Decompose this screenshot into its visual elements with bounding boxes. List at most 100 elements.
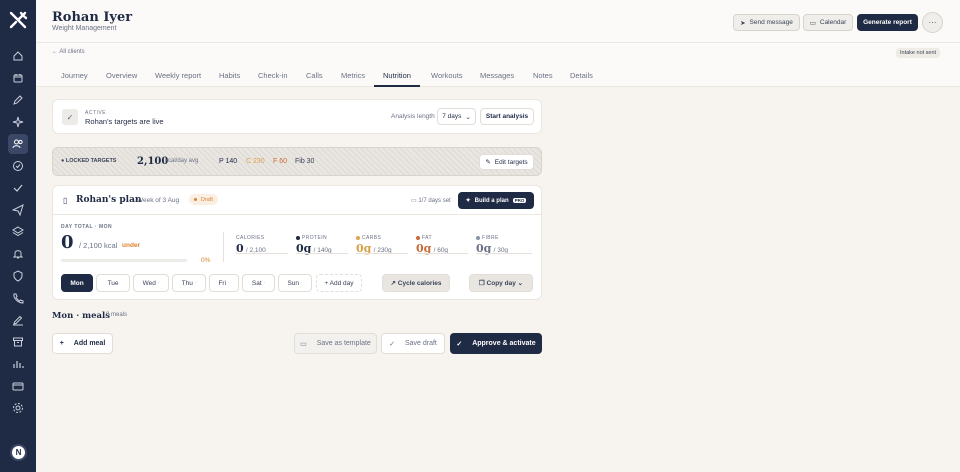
sparkle-icon: ✦ — [465, 198, 471, 204]
approve-activate-button[interactable]: ✓ Approve & activate — [450, 333, 542, 354]
tab-details[interactable]: Details — [570, 71, 593, 80]
carbs-bar — [356, 253, 408, 254]
gear-icon[interactable] — [8, 398, 28, 418]
bar-chart-icon[interactable] — [8, 354, 28, 374]
client-header: Rohan Iyer Weight Management ➤ Send messa… — [36, 0, 960, 43]
user-avatar[interactable]: N — [10, 444, 27, 461]
analysis-length-select[interactable]: 7 days ⌄ — [437, 108, 476, 125]
day-total-status: under — [122, 242, 141, 249]
meals-count: 0 meals — [106, 312, 128, 318]
day-progress-percent: 0% — [201, 257, 211, 264]
tab-bar: Journey Overview Weekly report Habits Ch… — [36, 63, 960, 87]
tab-habits[interactable]: Habits — [219, 71, 240, 80]
day-sun[interactable]: Sun · — [278, 274, 312, 292]
kcal-unit: kcal/day avg — [165, 158, 199, 164]
day-total-target: / 2,100 kcal — [79, 241, 118, 250]
more-options-button[interactable]: ··· — [922, 12, 943, 33]
copy-day-button[interactable]: ❐ Copy day ⌄ — [469, 274, 533, 292]
intake-status-badge: Intake not sent — [896, 48, 941, 58]
day-wed[interactable]: Wed · — [133, 274, 169, 292]
macro-calories: CALORIES 0 / 2,100 — [236, 235, 266, 255]
logo-icon[interactable] — [8, 10, 28, 30]
targets-live-text: Rohan's targets are live — [85, 117, 164, 126]
day-total-value: 0 — [61, 232, 74, 253]
save-template-button[interactable]: ▭ Save as template — [294, 333, 377, 354]
send-message-button[interactable]: ➤ Send message — [733, 14, 800, 31]
tab-notes[interactable]: Notes — [533, 71, 553, 80]
tab-weekly-report[interactable]: Weekly report — [155, 71, 201, 80]
day-tue[interactable]: Tue — [96, 274, 130, 292]
add-meal-button[interactable]: + Add meal — [52, 333, 113, 354]
kcal-target: 2,100 — [137, 156, 169, 167]
tab-overview[interactable]: Overview — [106, 71, 137, 80]
send-icon: ➤ — [740, 19, 746, 27]
divider — [53, 214, 541, 215]
tab-journey[interactable]: Journey — [61, 71, 88, 80]
send-icon[interactable] — [8, 200, 28, 220]
macro-protein: PROTEIN 0g / 140g — [296, 235, 332, 255]
check-circle-icon[interactable] — [8, 156, 28, 176]
analysis-length-label: Analysis length — [391, 113, 435, 120]
plan-title: Rohan's plan — [76, 195, 142, 205]
cycle-calories-button[interactable]: ↗ Cycle calories — [382, 274, 450, 292]
day-progress-bar — [61, 259, 187, 262]
archive-icon[interactable] — [8, 332, 28, 352]
locked-targets-label: ● LOCKED TARGETS — [61, 158, 117, 164]
tab-calls[interactable]: Calls — [306, 71, 323, 80]
tab-workouts[interactable]: Workouts — [431, 71, 463, 80]
chevron-down-icon: ⌄ — [517, 280, 524, 287]
sparkle-icon[interactable] — [8, 112, 28, 132]
book-icon: ▯ — [63, 196, 68, 205]
lock-icon: ● — [61, 158, 65, 164]
edit-targets-button[interactable]: ✎ Edit targets — [479, 154, 534, 170]
main-content: Rohan Iyer Weight Management ➤ Send messa… — [36, 0, 960, 472]
subbar: ← All clients Intake not sent — [36, 43, 960, 63]
calendar-icon: ▭ — [411, 198, 417, 204]
calendar-icon: ▭ — [809, 19, 816, 27]
active-badge: ACTIVE — [85, 110, 107, 116]
edit-icon[interactable] — [8, 310, 28, 330]
tab-check-in[interactable]: Check-in — [258, 71, 288, 80]
credit-card-icon[interactable] — [8, 376, 28, 396]
plus-icon: + — [59, 340, 64, 347]
start-analysis-button[interactable]: Start analysis — [480, 108, 534, 125]
tab-nutrition[interactable]: Nutrition — [383, 71, 411, 80]
add-day-button[interactable]: + Add day — [316, 274, 362, 292]
layers-icon[interactable] — [8, 222, 28, 242]
active-tab-indicator — [374, 85, 420, 87]
generate-report-button[interactable]: Generate report — [857, 14, 918, 31]
shield-icon[interactable] — [8, 266, 28, 286]
home-icon[interactable] — [8, 46, 28, 66]
check-icon: ✓ — [456, 340, 463, 348]
check-icon: ✓ — [389, 340, 395, 348]
calendar-button[interactable]: ▭ Calendar — [803, 14, 853, 31]
save-draft-button[interactable]: ✓ Save draft — [381, 333, 445, 354]
pencil-icon: ✎ — [485, 159, 491, 166]
day-total-label: DAY TOTAL · MON — [61, 224, 113, 230]
draft-badge: Draft — [189, 194, 218, 205]
day-mon[interactable]: Mon — [61, 274, 93, 292]
day-fri[interactable]: Fri · — [209, 274, 239, 292]
calories-bar — [236, 253, 288, 254]
day-thu[interactable]: Thu · — [172, 274, 206, 292]
tab-messages[interactable]: Messages — [480, 71, 514, 80]
fat-bar — [416, 253, 468, 254]
day-sat[interactable]: Sat · — [242, 274, 275, 292]
checkmark-icon[interactable] — [8, 178, 28, 198]
chevron-down-icon: ⌄ — [465, 113, 471, 121]
pencil-icon[interactable] — [8, 90, 28, 110]
fat-target: F 60 — [273, 158, 288, 165]
divider — [223, 232, 224, 262]
sidebar: N — [0, 0, 36, 472]
carbs-target: C 230 — [246, 158, 265, 165]
clients-icon[interactable] — [8, 134, 28, 154]
tab-metrics[interactable]: Metrics — [341, 71, 365, 80]
phone-icon[interactable] — [8, 288, 28, 308]
calendar-icon[interactable] — [8, 68, 28, 88]
protein-bar — [296, 253, 348, 254]
bell-icon[interactable] — [8, 244, 28, 264]
pro-badge: PRO — [512, 198, 527, 203]
build-plan-button[interactable]: ✦ Build a plan PRO — [458, 192, 534, 209]
fibre-target: Fib 30 — [295, 158, 315, 165]
back-to-clients-link[interactable]: ← All clients — [52, 49, 85, 55]
